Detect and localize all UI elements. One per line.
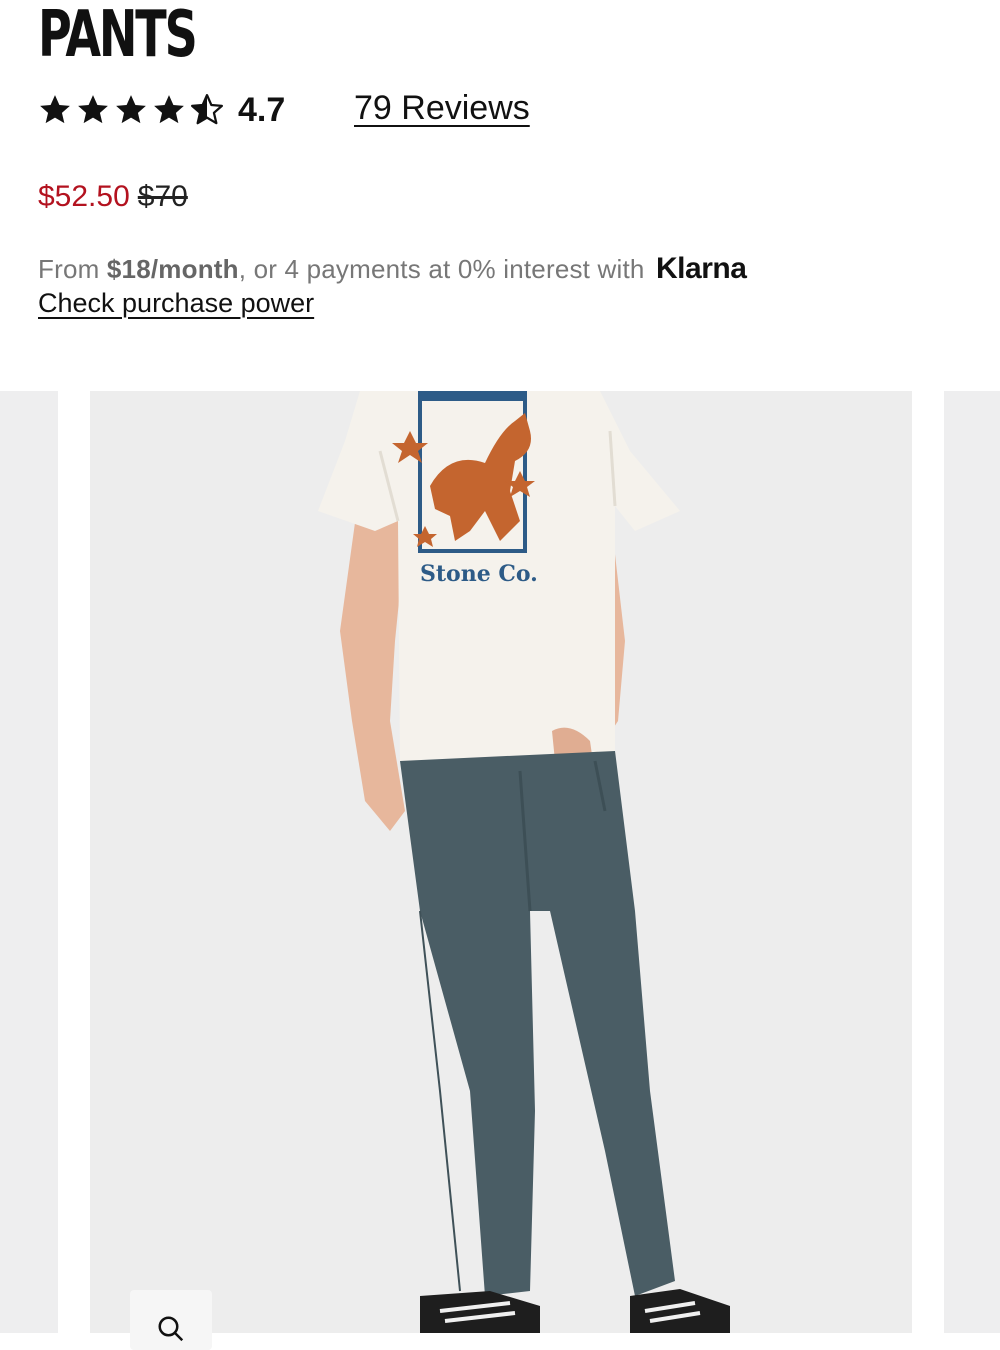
rating-value: 4.7: [238, 90, 286, 129]
original-price: $70: [137, 180, 188, 213]
star-half-icon: [190, 93, 224, 125]
product-image[interactable]: Stone Co.: [90, 391, 912, 1333]
next-slide-peek[interactable]: [944, 391, 1000, 1333]
klarna-monthly-amount: $18/month: [106, 254, 239, 284]
star-rating: [38, 93, 224, 127]
product-title: PANTS: [38, 0, 198, 72]
star-full-icon: [116, 95, 146, 124]
klarna-suffix: , or 4 payments at 0% interest with: [238, 254, 645, 284]
klarna-prefix: From: [38, 254, 107, 284]
search-icon: [158, 1316, 184, 1342]
previous-slide-peek[interactable]: [0, 391, 58, 1333]
price-row: $52.50 $70: [38, 180, 188, 214]
zoom-button[interactable]: [130, 1290, 212, 1350]
klarna-financing-text: From $18/month, or 4 payments at 0% inte…: [38, 252, 747, 286]
shirt-graphic-text: Stone Co.: [420, 561, 538, 587]
product-image-carousel[interactable]: Stone Co.: [0, 391, 1000, 1333]
star-full-icon: [78, 95, 108, 124]
klarna-logo: Klarna: [656, 252, 747, 285]
reviews-link[interactable]: 79 Reviews: [354, 89, 530, 128]
star-full-icon: [154, 95, 184, 124]
star-full-icon: [40, 95, 70, 124]
rating-row: 4.7: [38, 88, 285, 132]
check-purchase-power-link[interactable]: Check purchase power: [38, 288, 314, 319]
sale-price: $52.50: [38, 180, 130, 213]
model-photo: Stone Co.: [90, 391, 912, 1333]
